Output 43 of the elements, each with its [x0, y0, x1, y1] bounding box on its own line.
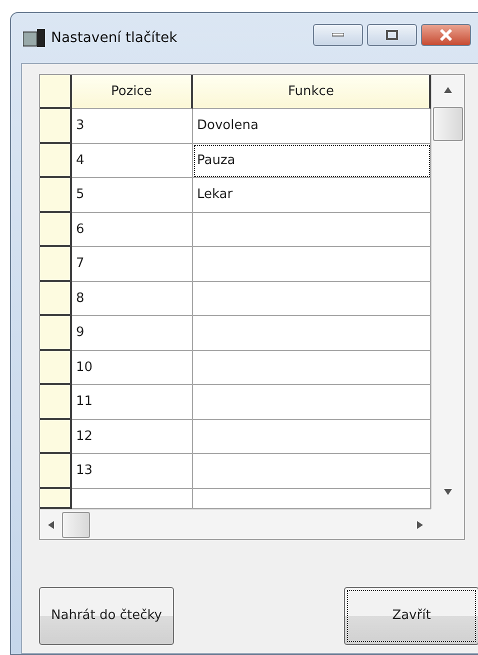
table-cell: 3	[72, 109, 193, 144]
table-cell: 11	[72, 385, 193, 420]
row-header[interactable]	[40, 350, 72, 385]
row-header[interactable]	[40, 488, 72, 508]
table-cell: 13	[72, 454, 193, 488]
row-header[interactable]	[40, 385, 72, 420]
table-cell: 9	[72, 316, 193, 350]
row-header[interactable]	[40, 109, 72, 144]
scroll-left-icon[interactable]	[48, 520, 54, 528]
window-icon	[23, 29, 45, 47]
table-cell: Pauza	[193, 144, 431, 178]
table-cell: 5	[72, 178, 193, 212]
upload-button[interactable]: Nahrát do čtečky	[39, 587, 174, 645]
table-cell: 12	[72, 420, 193, 454]
column-header[interactable]: Funkce	[193, 75, 431, 109]
window-title: Nastavení tlačítek	[51, 30, 178, 46]
maximize-icon	[386, 30, 398, 40]
row-header[interactable]	[40, 178, 72, 212]
minimize-button[interactable]	[313, 24, 363, 46]
row-header[interactable]	[40, 420, 72, 454]
row-header[interactable]	[40, 247, 72, 282]
row-header[interactable]	[40, 282, 72, 316]
close-button[interactable]	[421, 24, 471, 46]
table-cell: 6	[72, 212, 193, 247]
row-header[interactable]	[40, 212, 72, 247]
scroll-down-icon[interactable]	[444, 489, 452, 495]
minimize-icon	[332, 33, 344, 37]
scrollbar-thumb[interactable]	[62, 512, 90, 538]
maximize-button[interactable]	[367, 24, 417, 46]
scrollbar-thumb[interactable]	[433, 107, 463, 141]
close-icon	[439, 29, 453, 41]
table-cell: 10	[72, 350, 193, 385]
table-cell: 8	[72, 282, 193, 316]
scroll-right-icon[interactable]	[417, 520, 423, 528]
row-header[interactable]	[40, 316, 72, 350]
close-dialog-button[interactable]: Zavřít	[344, 587, 478, 645]
row-header[interactable]	[40, 144, 72, 178]
table-cell: 7	[72, 247, 193, 282]
column-header[interactable]: Pozice	[72, 75, 193, 109]
row-header[interactable]	[40, 454, 72, 488]
scroll-up-icon[interactable]	[444, 87, 452, 93]
row-header	[40, 75, 72, 109]
table-cell: 4	[72, 144, 193, 178]
